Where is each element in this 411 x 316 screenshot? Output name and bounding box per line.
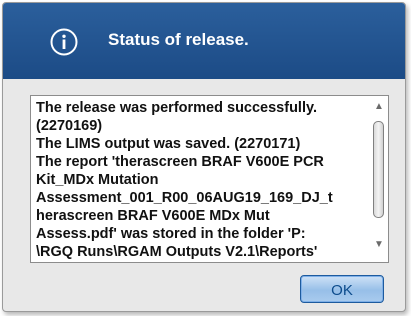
info-icon	[50, 28, 78, 56]
message-line: The report 'therascreen BRAF V600E PCR	[36, 154, 324, 170]
vertical-scrollbar[interactable]: ▲ ▼	[372, 98, 386, 258]
dialog-title-bar: Status of release.	[3, 3, 405, 79]
dialog-title: Status of release.	[108, 30, 249, 49]
scroll-up-arrow-icon[interactable]: ▲	[373, 102, 385, 112]
message-line: The release was performed successfully.	[36, 100, 318, 116]
scroll-down-arrow-icon[interactable]: ▼	[373, 240, 385, 250]
message-box[interactable]: The release was performed successfully. …	[30, 95, 389, 263]
message-line: The LIMS output was saved. (2270171)	[36, 136, 301, 152]
message-line: Kit_MDx Mutation	[36, 172, 159, 188]
message-line: Assessment_001_R00_06AUG19_169_DJ_t	[36, 190, 333, 206]
message-line: herascreen BRAF V600E MDx Mut	[36, 208, 270, 224]
message-line: (2270169)	[36, 118, 103, 134]
scrollbar-thumb[interactable]	[373, 121, 384, 218]
message-line: Assess.pdf' was stored in the folder 'P:	[36, 226, 306, 242]
ok-button[interactable]: OK	[300, 275, 384, 303]
status-dialog: Status of release. The release was perfo…	[2, 2, 406, 312]
message-line: \RGQ Runs\RGAM Outputs V2.1\Reports'	[36, 244, 318, 260]
message-text: The release was performed successfully. …	[36, 99, 366, 261]
